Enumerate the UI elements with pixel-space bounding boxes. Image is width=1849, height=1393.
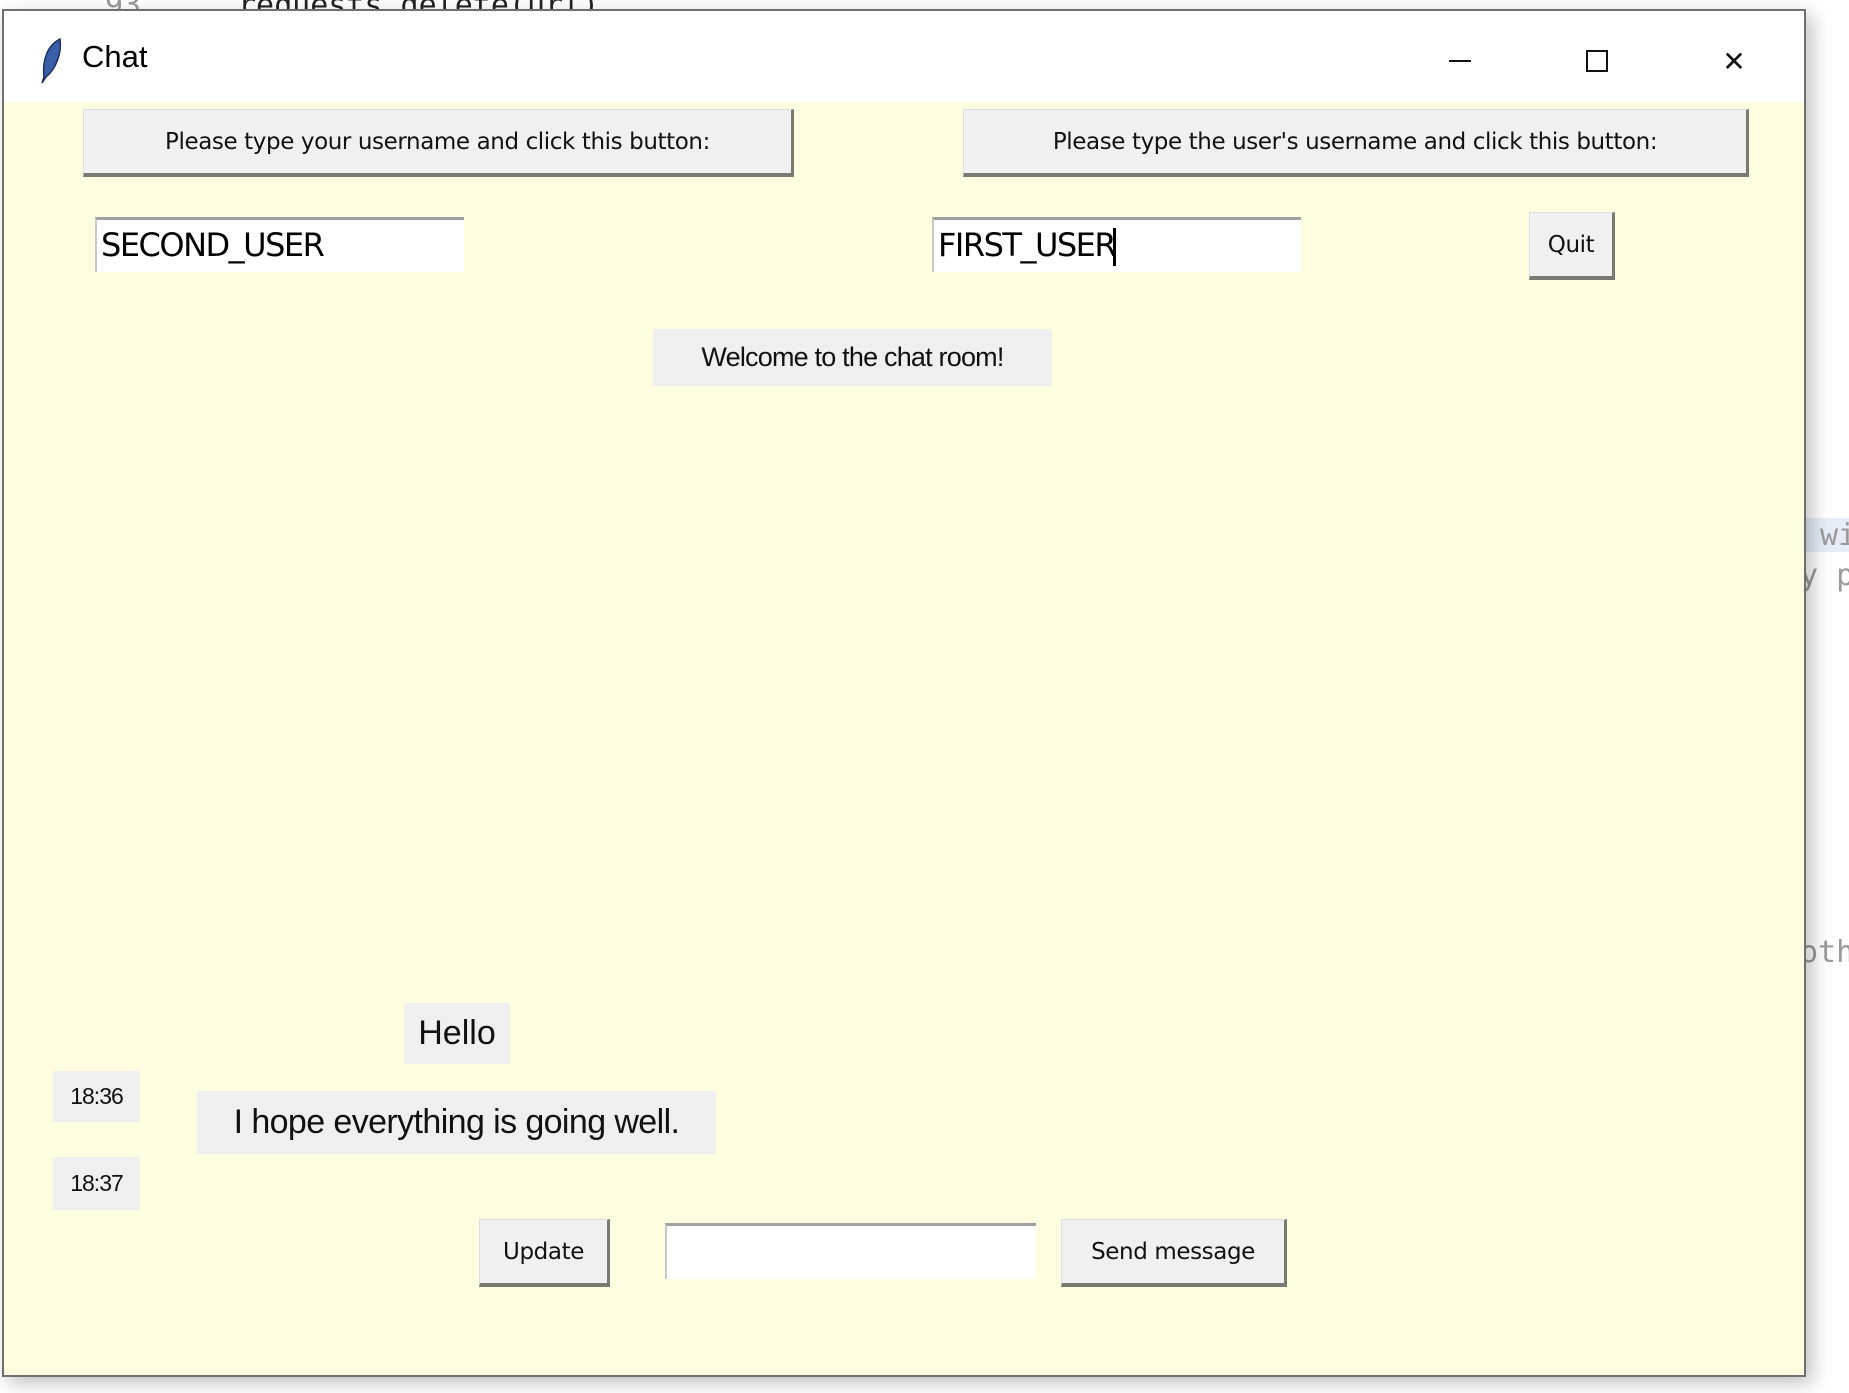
send-message-button[interactable]: Send message <box>1061 1219 1287 1287</box>
quit-button[interactable]: Quit <box>1529 212 1615 280</box>
message-input[interactable] <box>665 1223 1036 1279</box>
chat-window: Chat ✕ Please type your username and cli… <box>2 9 1806 1377</box>
maximize-icon <box>1586 50 1608 72</box>
background-code-fragment: y p <box>1800 558 1849 593</box>
message-text: Hello <box>404 1003 510 1064</box>
text-cursor <box>1113 228 1117 266</box>
your-username-value: SECOND_USER <box>101 226 325 264</box>
minimize-button[interactable] <box>1430 33 1490 89</box>
close-button[interactable]: ✕ <box>1704 33 1764 89</box>
title-bar[interactable]: Chat ✕ <box>4 11 1804 102</box>
message-time: 18:37 <box>53 1157 140 1210</box>
message-time: 18:36 <box>53 1071 140 1122</box>
minimize-icon <box>1449 60 1471 62</box>
feather-icon <box>41 37 62 84</box>
set-other-username-button[interactable]: Please type the user's username and clic… <box>963 109 1749 177</box>
welcome-label: Welcome to the chat room! <box>653 329 1052 386</box>
update-button[interactable]: Update <box>479 1219 610 1287</box>
background-code-fragment: oth <box>1800 935 1849 970</box>
set-your-username-button[interactable]: Please type your username and click this… <box>83 109 794 177</box>
other-username-value: FIRST_USER <box>938 226 1117 264</box>
your-username-input[interactable]: SECOND_USER <box>95 217 464 272</box>
close-icon: ✕ <box>1722 44 1746 78</box>
window-title: Chat <box>82 39 148 74</box>
background-code-fragment: wi <box>1820 518 1849 553</box>
message-text: I hope everything is going well. <box>197 1091 716 1154</box>
maximize-button[interactable] <box>1567 33 1627 89</box>
other-username-input[interactable]: FIRST_USER <box>932 217 1301 272</box>
